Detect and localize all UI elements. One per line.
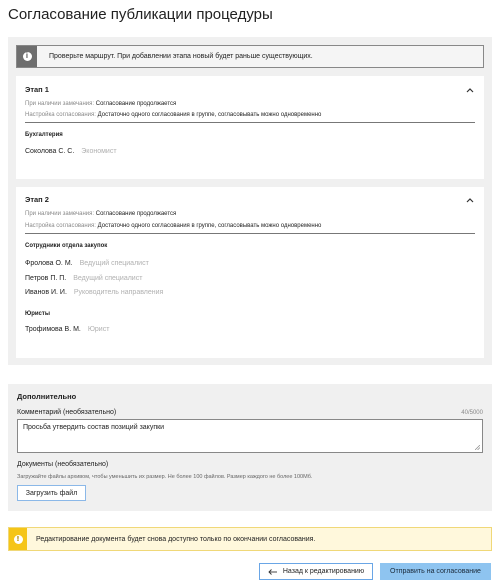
info-icon: i bbox=[22, 52, 32, 61]
submit-for-approval-button[interactable]: Отправить на согласование bbox=[380, 563, 491, 580]
approver-role: Экономист bbox=[81, 148, 117, 155]
stage-setting-label: Настройка согласования: bbox=[25, 223, 96, 229]
approver-row: Трофимова В. М. Юрист bbox=[25, 326, 109, 333]
page-title: Согласование публикации процедуры bbox=[8, 6, 273, 23]
info-banner: i Проверьте маршрут. При добавлении этап… bbox=[16, 45, 484, 68]
stage-title: Этап 2 bbox=[25, 195, 49, 204]
stage-remark-line: При наличии замечания: Согласование прод… bbox=[25, 101, 176, 107]
extra-title: Дополнительно bbox=[17, 392, 77, 401]
resize-handle-icon[interactable] bbox=[475, 445, 480, 450]
chevron-up-icon[interactable] bbox=[466, 87, 474, 93]
comment-counter: 40/5000 bbox=[461, 410, 483, 416]
arrow-left-icon bbox=[268, 568, 277, 575]
approver-row: Фролова О. М. Ведущий специалист bbox=[25, 260, 149, 267]
approver-role: Руководитель направления bbox=[73, 289, 164, 296]
stage-setting-line: Настройка согласования: Достаточно одног… bbox=[25, 112, 321, 118]
stage-remark-value: Согласование продолжается bbox=[95, 211, 177, 217]
documents-label: Документы (необязательно) bbox=[17, 461, 109, 468]
route-panel: i Проверьте маршрут. При добавлении этап… bbox=[8, 37, 492, 365]
stage-remark-label: При наличии замечания: bbox=[25, 211, 95, 217]
approver-row: Соколова С. С. Экономист bbox=[25, 148, 117, 155]
stage-divider bbox=[25, 233, 475, 234]
stage-setting-value: Достаточно одного согласования в группе,… bbox=[97, 112, 322, 118]
stage-remark-value: Согласование продолжается bbox=[95, 101, 177, 107]
stage-setting-label: Настройка согласования: bbox=[25, 112, 96, 118]
group-title: Юристы bbox=[25, 311, 50, 317]
documents-hint: Загружайте файлы архивом, чтобы уменьшит… bbox=[17, 474, 313, 480]
stage-setting-value: Достаточно одного согласования в группе,… bbox=[97, 223, 322, 229]
approver-name: Соколова С. С. bbox=[25, 148, 75, 155]
approver-name: Трофимова В. М. bbox=[25, 326, 81, 333]
info-banner-text: Проверьте маршрут. При добавлении этапа … bbox=[49, 53, 313, 60]
approver-role: Ведущий специалист bbox=[73, 275, 143, 282]
upload-file-button[interactable]: Загрузить файл bbox=[17, 485, 86, 501]
back-to-editing-button[interactable]: Назад к редактированию bbox=[259, 563, 373, 580]
warning-banner-text: Редактирование документа будет снова дос… bbox=[36, 535, 316, 543]
back-button-label: Назад к редактированию bbox=[282, 568, 365, 575]
group-title: Сотрудники отдела закупок bbox=[25, 243, 108, 249]
info-icon-box: i bbox=[17, 46, 37, 67]
warning-icon: ! bbox=[13, 534, 23, 544]
comment-label: Комментарий (необязательно) bbox=[17, 409, 117, 416]
group-title: Бухгалтерия bbox=[25, 132, 63, 138]
approver-name: Фролова О. М. bbox=[25, 260, 73, 267]
approver-role: Юрист bbox=[87, 326, 110, 333]
stage-card-1: Этап 1 При наличии замечания: Согласован… bbox=[16, 76, 484, 179]
warning-icon-box: ! bbox=[9, 528, 27, 550]
stage-setting-line: Настройка согласования: Достаточно одног… bbox=[25, 223, 321, 229]
comment-field[interactable]: Просьба утвердить состав позиций закупки bbox=[17, 419, 483, 453]
stage-divider bbox=[25, 122, 475, 123]
chevron-up-icon[interactable] bbox=[466, 197, 474, 203]
warning-banner: ! Редактирование документа будет снова д… bbox=[8, 527, 492, 551]
approver-row: Петров П. П. Ведущий специалист bbox=[25, 275, 142, 282]
comment-value: Просьба утвердить состав позиций закупки bbox=[23, 424, 165, 431]
stage-remark-line: При наличии замечания: Согласование прод… bbox=[25, 211, 176, 217]
approver-row: Иванов И. И. Руководитель направления bbox=[25, 289, 163, 296]
approver-name: Петров П. П. bbox=[25, 275, 67, 282]
stage-title: Этап 1 bbox=[25, 85, 49, 94]
approver-role: Ведущий специалист bbox=[79, 260, 149, 267]
stage-remark-label: При наличии замечания: bbox=[25, 101, 95, 107]
stage-card-2: Этап 2 При наличии замечания: Согласован… bbox=[16, 187, 484, 358]
approver-name: Иванов И. И. bbox=[25, 289, 67, 296]
extra-panel: Дополнительно Комментарий (необязательно… bbox=[8, 384, 492, 511]
